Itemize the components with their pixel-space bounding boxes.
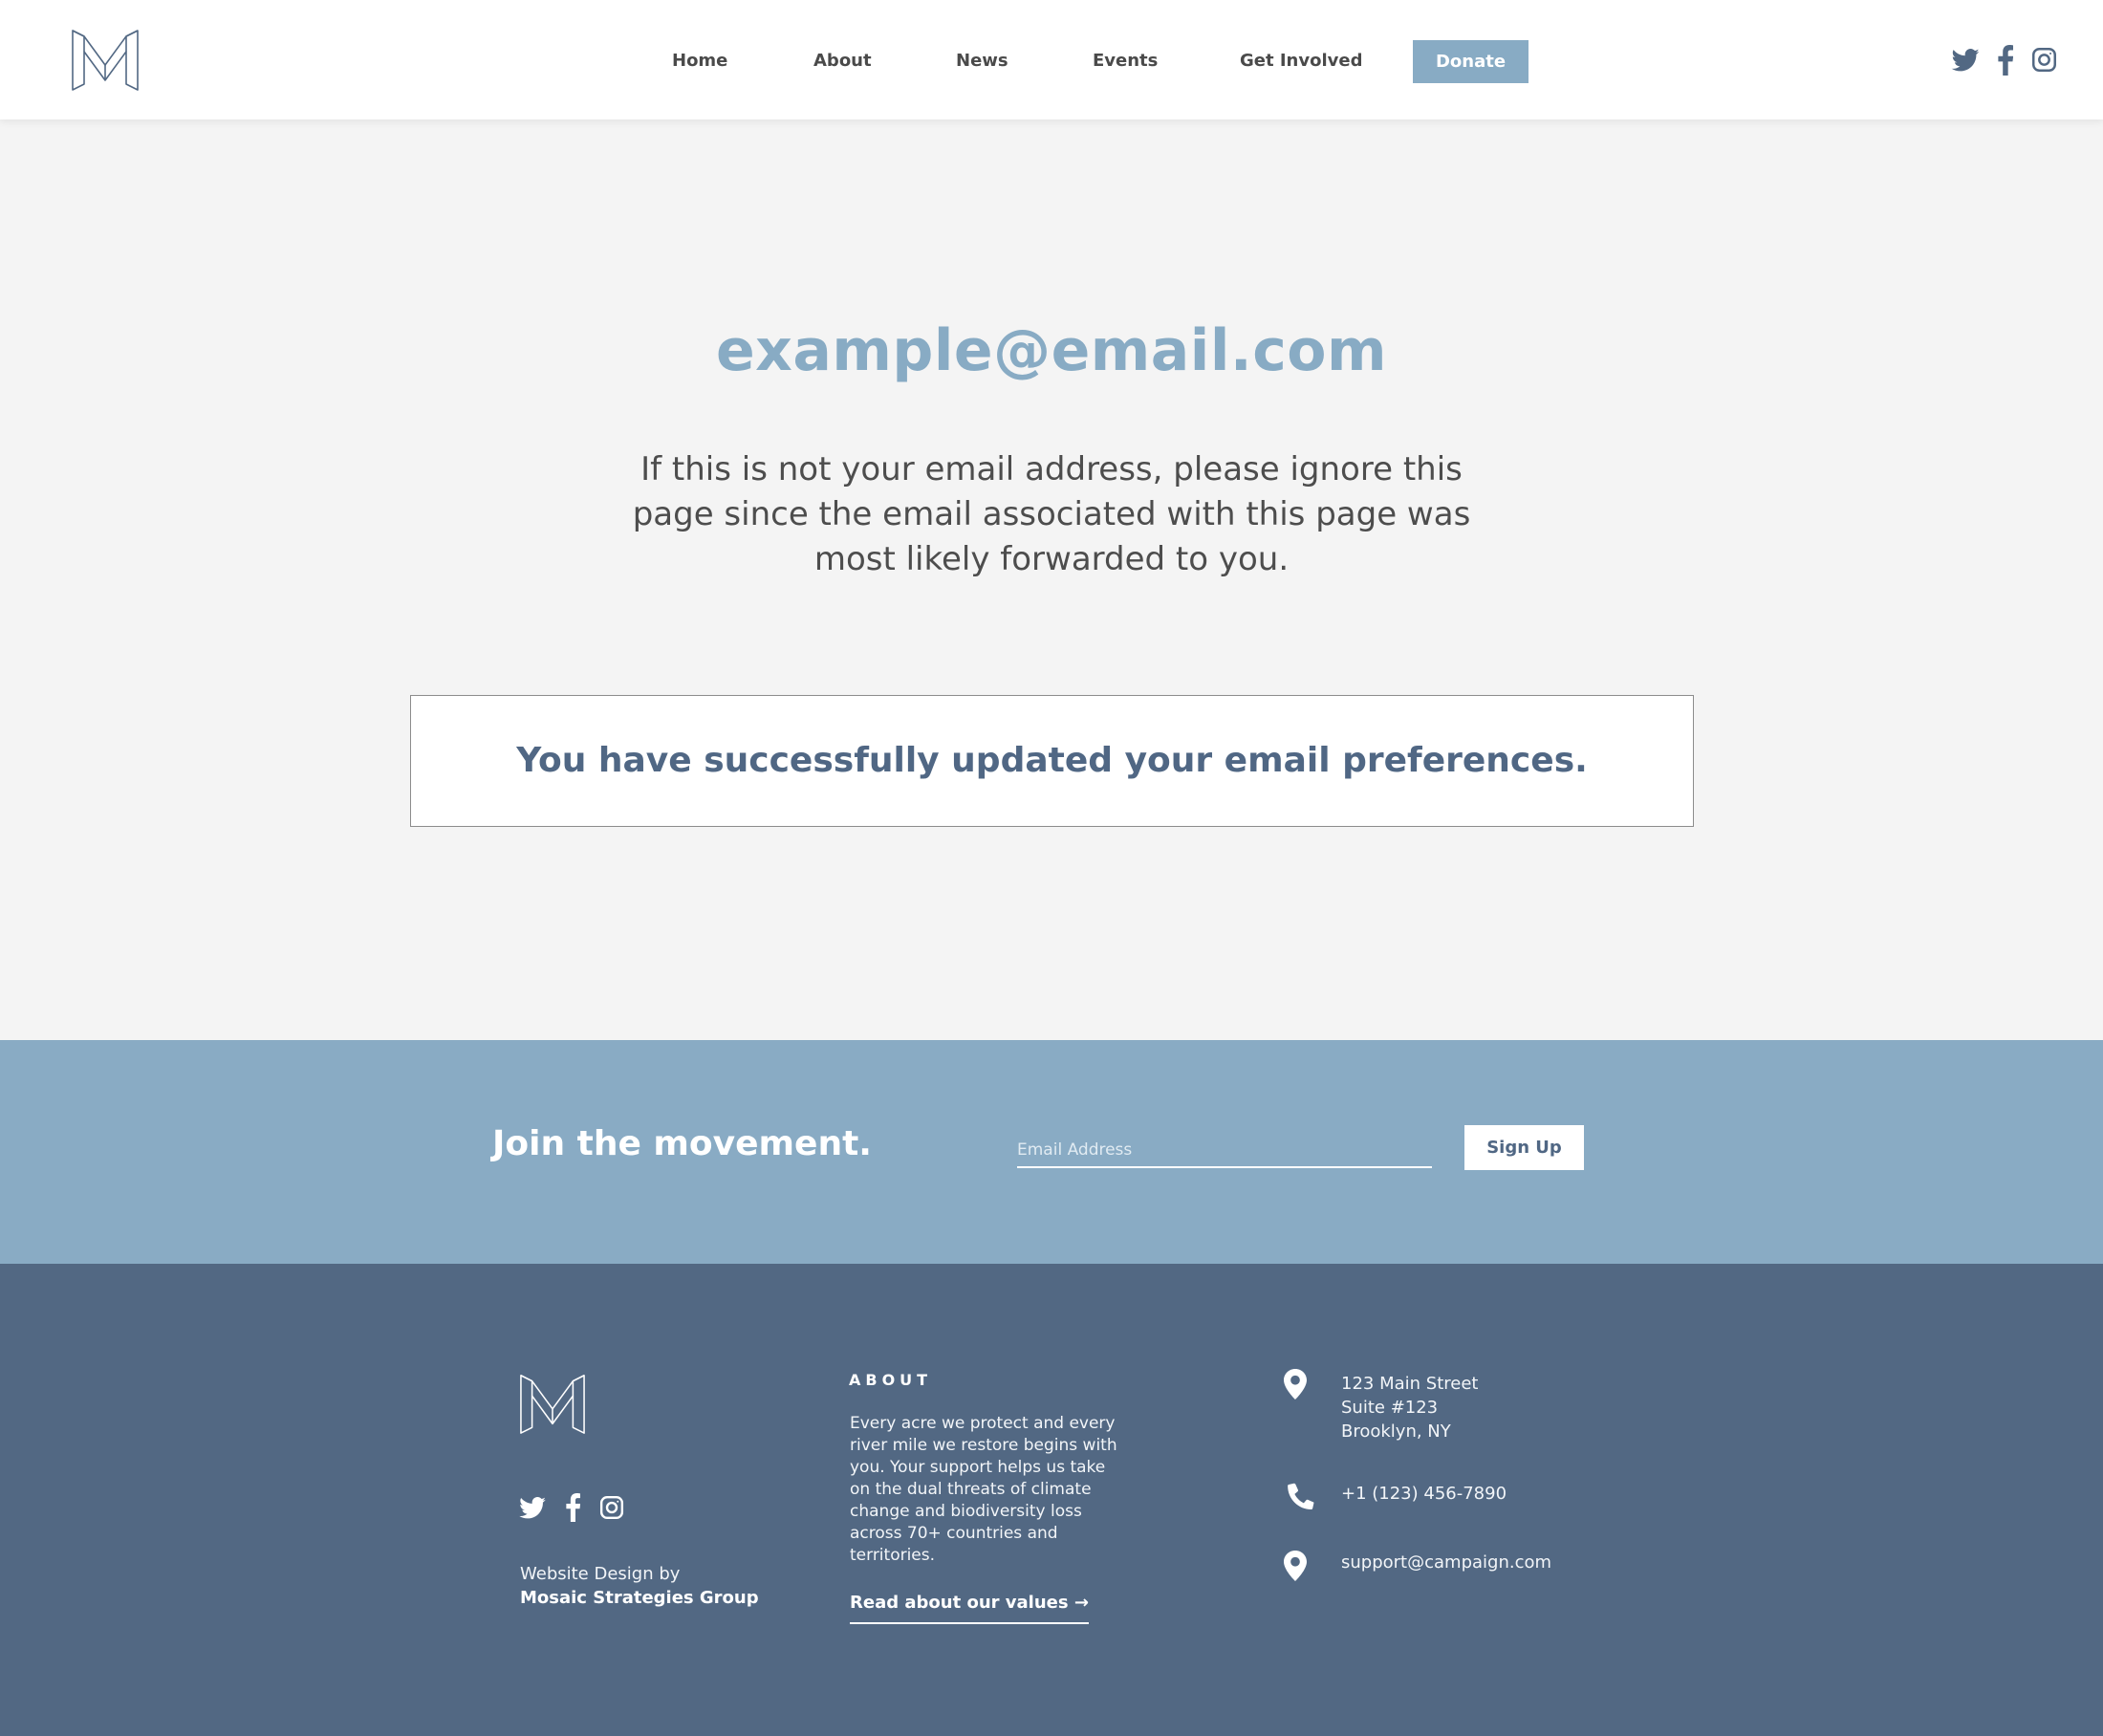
- location-pin-icon: [1284, 1551, 1307, 1581]
- read-values-link[interactable]: Read about our values →: [850, 1593, 1089, 1624]
- about-line: you. Your support helps us take: [850, 1458, 1106, 1477]
- nav-events[interactable]: Events: [1093, 38, 1158, 84]
- success-message: You have successfully updated your email…: [516, 741, 1588, 780]
- address-line: Suite #123: [1341, 1398, 1439, 1418]
- about-line: change and biodiversity loss: [850, 1502, 1082, 1521]
- about-line: on the dual threats of climate: [850, 1480, 1092, 1499]
- signup-band: Join the movement. Sign Up: [0, 1040, 2103, 1264]
- about-line: territories.: [850, 1546, 936, 1565]
- about-line: across 70+ countries and: [850, 1524, 1058, 1543]
- phone-number[interactable]: +1 (123) 456-7890: [1341, 1482, 1507, 1506]
- nav-news[interactable]: News: [956, 38, 1008, 84]
- site-header: Home About News Events Get Involved Dona…: [0, 0, 2103, 119]
- donate-button[interactable]: Donate: [1413, 40, 1528, 83]
- twitter-icon[interactable]: [1951, 49, 1980, 72]
- sign-up-button[interactable]: Sign Up: [1464, 1125, 1584, 1170]
- facebook-icon[interactable]: [566, 1493, 580, 1522]
- success-message-box: You have successfully updated your email…: [410, 695, 1694, 827]
- instagram-icon[interactable]: [2031, 47, 2057, 73]
- about-text: Every acre we protect and every river mi…: [850, 1413, 1152, 1567]
- user-email-heading: example@email.com: [715, 317, 1388, 384]
- twitter-icon[interactable]: [519, 1497, 546, 1519]
- nav-home[interactable]: Home: [672, 38, 727, 84]
- site-footer: Website Design by Mosaic Strategies Grou…: [0, 1264, 2103, 1736]
- about-line: river mile we restore begins with: [850, 1436, 1117, 1455]
- email-notice-line: page since the email associated with thi…: [632, 495, 1471, 533]
- email-notice-line: most likely forwarded to you.: [813, 540, 1290, 578]
- email-notice-line: If this is not your email address, pleas…: [640, 450, 1463, 488]
- email-notice: If this is not your email address, pleas…: [612, 447, 1491, 582]
- main-nav: Home About News Events Get Involved: [0, 38, 2103, 84]
- credit-label: Website Design by: [520, 1564, 681, 1584]
- nav-about[interactable]: About: [813, 38, 872, 84]
- about-heading: ABOUT: [849, 1371, 933, 1389]
- footer-logo-icon[interactable]: [519, 1371, 586, 1436]
- address: 123 Main Street Suite #123 Brooklyn, NY: [1341, 1372, 1478, 1443]
- credit-agency: Mosaic Strategies Group: [520, 1588, 759, 1608]
- support-email[interactable]: support@campaign.com: [1341, 1551, 1551, 1574]
- signup-email-input[interactable]: [1017, 1134, 1432, 1168]
- about-line: Every acre we protect and every: [850, 1414, 1116, 1433]
- address-line: 123 Main Street: [1341, 1374, 1479, 1394]
- instagram-icon[interactable]: [599, 1495, 624, 1520]
- nav-get-involved[interactable]: Get Involved: [1240, 38, 1362, 84]
- signup-title: Join the movement.: [492, 1124, 872, 1163]
- phone-icon: [1288, 1483, 1314, 1509]
- location-pin-icon: [1284, 1369, 1307, 1400]
- header-social: [1950, 44, 2065, 76]
- footer-social: [519, 1493, 634, 1522]
- facebook-icon[interactable]: [1998, 45, 2013, 76]
- address-line: Brooklyn, NY: [1341, 1421, 1451, 1442]
